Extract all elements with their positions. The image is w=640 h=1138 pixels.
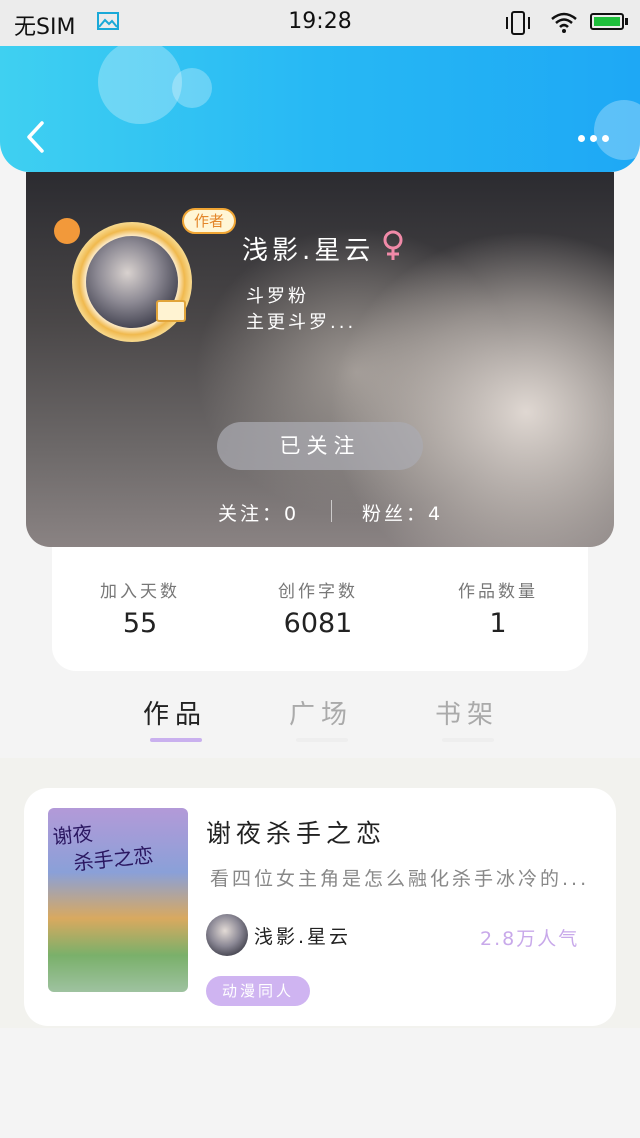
bio: 斗罗粉 主更斗罗... xyxy=(246,284,356,336)
female-gender-icon xyxy=(383,230,403,260)
following-count[interactable]: 关注：0 xyxy=(218,499,299,526)
username: 浅影.星云 xyxy=(242,236,375,266)
tab-label: 书架 xyxy=(434,700,499,730)
decor-bubble xyxy=(594,100,640,160)
work-title[interactable]: 谢夜杀手之恋 xyxy=(206,814,386,850)
book-badge-icon xyxy=(156,300,186,322)
pencil-badge-icon xyxy=(54,218,80,244)
stat-value: 55 xyxy=(122,608,158,639)
tab-works[interactable]: 作品 xyxy=(130,694,220,742)
tab-label: 作品 xyxy=(142,700,207,730)
work-card[interactable]: 谢夜 杀手之恋 谢夜杀手之恋 看四位女主角是怎么融化杀手冰冷的... 浅影.星云… xyxy=(24,788,616,1026)
stat-value: 6081 xyxy=(283,608,353,639)
wifi-icon xyxy=(551,12,577,33)
tab-label: 广场 xyxy=(288,700,353,730)
tab-indicator xyxy=(296,738,348,742)
tab-bar: 作品 广场 书架 xyxy=(0,686,640,756)
tab-bookshelf[interactable]: 书架 xyxy=(422,694,512,742)
author-badge: 作者 xyxy=(182,208,236,234)
bio-line: 斗罗粉 xyxy=(246,286,309,307)
profile-card: 作者 浅影.星云 斗罗粉 主更斗罗... 已关注 关注：0 粉丝：4 xyxy=(26,172,614,547)
stat-value: 1 xyxy=(489,608,507,639)
divider xyxy=(331,500,332,522)
stat-days: 加入天数 55 xyxy=(55,577,225,639)
back-button[interactable] xyxy=(24,120,48,154)
avatar[interactable]: 作者 xyxy=(54,208,236,342)
author-name[interactable]: 浅影.星云 xyxy=(254,922,351,949)
vibrate-icon xyxy=(506,11,530,35)
author-avatar[interactable] xyxy=(206,914,248,956)
follow-button[interactable]: 已关注 xyxy=(217,422,423,470)
tab-indicator xyxy=(150,738,202,742)
stat-label: 创作字数 xyxy=(278,582,358,602)
cover-title: 谢夜 杀手之恋 xyxy=(51,813,155,879)
battery-icon xyxy=(590,13,628,30)
decor-bubble xyxy=(172,68,212,108)
more-button[interactable] xyxy=(576,132,612,144)
stats-card: 加入天数 55 创作字数 6081 作品数量 1 xyxy=(52,547,588,671)
decor-bubble xyxy=(98,46,182,124)
genre-tag[interactable]: 动漫同人 xyxy=(206,976,310,1006)
work-description: 看四位女主角是怎么融化杀手冰冷的... xyxy=(210,868,590,890)
fans-count[interactable]: 粉丝：4 xyxy=(362,499,443,526)
book-cover[interactable]: 谢夜 杀手之恋 xyxy=(48,808,188,992)
stat-words: 创作字数 6081 xyxy=(233,577,403,639)
stat-label: 加入天数 xyxy=(100,582,180,602)
stat-label: 作品数量 xyxy=(458,582,538,602)
tab-indicator xyxy=(442,738,494,742)
popularity-count: 2.8万人气 xyxy=(480,928,580,950)
tab-square[interactable]: 广场 xyxy=(276,694,366,742)
stat-works: 作品数量 1 xyxy=(413,577,583,639)
status-bar: 无SIM 19:28 xyxy=(0,0,640,46)
clock: 19:28 xyxy=(288,9,352,34)
bio-line: 主更斗罗... xyxy=(246,312,357,333)
header xyxy=(0,46,640,172)
